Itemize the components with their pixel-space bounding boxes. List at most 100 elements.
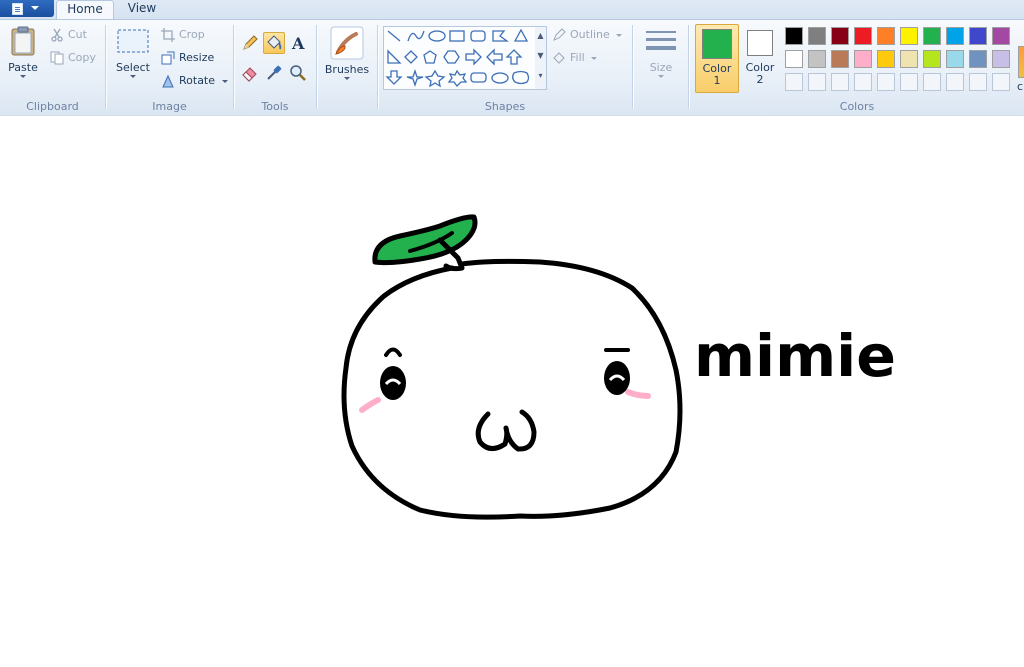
- palette-swatch[interactable]: [808, 27, 826, 45]
- group-divider: [233, 25, 234, 109]
- tab-home[interactable]: Home: [56, 0, 114, 21]
- palette-swatch[interactable]: [831, 27, 849, 45]
- brushes-button[interactable]: Brushes: [323, 26, 371, 80]
- color-1-swatch: [702, 29, 732, 59]
- outline-button[interactable]: Outline: [552, 26, 623, 44]
- shapes-gallery-icons: [385, 28, 530, 88]
- eraser-tool[interactable]: [239, 62, 261, 84]
- custom-color-slot[interactable]: [992, 73, 1010, 91]
- rotate-icon: [162, 74, 174, 88]
- shapes-group-label: Shapes: [484, 100, 526, 113]
- select-button[interactable]: Select: [113, 26, 153, 78]
- line-size-icon: [646, 31, 676, 50]
- color-2-button[interactable]: Color 2: [739, 24, 781, 91]
- chevron-down-icon: [658, 75, 664, 78]
- document-icon: [12, 3, 23, 15]
- palette-swatch[interactable]: [854, 50, 872, 68]
- palette-swatch[interactable]: [969, 27, 987, 45]
- palette-swatch[interactable]: [831, 50, 849, 68]
- crop-button[interactable]: Crop: [161, 26, 205, 44]
- rotate-button[interactable]: Rotate: [161, 72, 228, 90]
- brushes-group: Brushes: [318, 20, 376, 115]
- magnifier-tool[interactable]: [287, 62, 309, 84]
- group-divider: [688, 25, 689, 109]
- paint-menu-button[interactable]: [0, 0, 54, 17]
- palette-swatch[interactable]: [785, 50, 803, 68]
- custom-color-slot[interactable]: [785, 73, 803, 91]
- custom-color-slot[interactable]: [808, 73, 826, 91]
- palette-swatch[interactable]: [877, 50, 895, 68]
- palette-swatch[interactable]: [992, 27, 1010, 45]
- canvas-area[interactable]: mimie: [0, 115, 1024, 667]
- image-group: Select Crop Resize Rotate Image: [107, 20, 232, 115]
- scroll-up-icon[interactable]: ▲: [535, 27, 546, 47]
- copy-icon: [50, 51, 64, 65]
- palette-swatch[interactable]: [923, 50, 941, 68]
- select-label: Select: [116, 61, 150, 74]
- color-1-button[interactable]: Color 1: [695, 24, 739, 93]
- copy-button[interactable]: Copy: [50, 49, 96, 67]
- palette-swatch[interactable]: [808, 50, 826, 68]
- size-label: Size: [649, 61, 673, 74]
- gallery-expand-icon[interactable]: ▾: [535, 67, 546, 87]
- custom-color-slot[interactable]: [831, 73, 849, 91]
- group-divider: [316, 25, 317, 109]
- cut-button[interactable]: Cut: [50, 26, 87, 44]
- mouth-drawing: [475, 409, 537, 452]
- group-divider: [632, 25, 633, 109]
- left-blush-drawing: [359, 397, 381, 413]
- palette-swatch[interactable]: [923, 27, 941, 45]
- size-button[interactable]: Size: [640, 26, 682, 78]
- text-tool[interactable]: A: [287, 32, 309, 54]
- chevron-down-icon: [344, 77, 350, 80]
- right-blush-drawing: [625, 389, 651, 399]
- tools-group: A Tools: [235, 20, 315, 115]
- clipboard-icon: [11, 26, 35, 56]
- palette-swatch[interactable]: [900, 50, 918, 68]
- color-2-swatch: [747, 30, 773, 56]
- clipboard-group: Paste Cut Copy Clipboard: [0, 20, 105, 115]
- resize-button[interactable]: Resize: [161, 49, 214, 67]
- palette-swatch[interactable]: [877, 27, 895, 45]
- scroll-down-icon[interactable]: ▼: [535, 47, 546, 67]
- palette-swatch[interactable]: [992, 50, 1010, 68]
- drawing-canvas[interactable]: mimie: [0, 116, 1024, 667]
- paste-button[interactable]: Paste: [3, 26, 43, 78]
- tools-group-label: Tools: [261, 100, 289, 113]
- custom-color-slot[interactable]: [854, 73, 872, 91]
- left-eye-drawing: [380, 347, 406, 400]
- palette-swatch[interactable]: [969, 50, 987, 68]
- color-2-number: 2: [756, 73, 764, 86]
- chevron-down-icon: [616, 33, 623, 37]
- fill-tool[interactable]: [263, 32, 285, 54]
- outline-label: Outline: [570, 28, 610, 41]
- palette-swatch[interactable]: [946, 50, 964, 68]
- select-rectangle-icon: [117, 29, 149, 53]
- image-group-label: Image: [152, 100, 187, 113]
- handwritten-name: mimie: [694, 322, 896, 390]
- edit-colors-button[interactable]: [1018, 46, 1024, 78]
- palette-swatch[interactable]: [785, 27, 803, 45]
- custom-color-slot[interactable]: [969, 73, 987, 91]
- ribbon: Paste Cut Copy Clipboard Select Crop Res…: [0, 19, 1024, 116]
- fill-button[interactable]: Fill: [552, 49, 598, 67]
- chevron-down-icon: [591, 56, 598, 60]
- chevron-down-icon: [20, 75, 26, 78]
- tab-view[interactable]: View: [116, 0, 168, 19]
- palette-swatch[interactable]: [854, 27, 872, 45]
- custom-color-slot[interactable]: [946, 73, 964, 91]
- tab-strip: Home View: [0, 0, 1024, 21]
- pencil-tool[interactable]: [239, 32, 261, 54]
- shapes-scrollbar[interactable]: ▲ ▼ ▾: [535, 26, 547, 90]
- custom-color-slot[interactable]: [877, 73, 895, 91]
- resize-label: Resize: [179, 51, 215, 64]
- fill-label: Fill: [570, 51, 585, 64]
- palette-swatch[interactable]: [946, 27, 964, 45]
- color-picker-tool[interactable]: [263, 62, 285, 84]
- brush-icon: [330, 26, 364, 60]
- palette-swatch[interactable]: [900, 27, 918, 45]
- copy-label: Copy: [68, 51, 96, 64]
- colors-group-label: Colors: [839, 100, 875, 113]
- custom-color-slot[interactable]: [900, 73, 918, 91]
- custom-color-slot[interactable]: [923, 73, 941, 91]
